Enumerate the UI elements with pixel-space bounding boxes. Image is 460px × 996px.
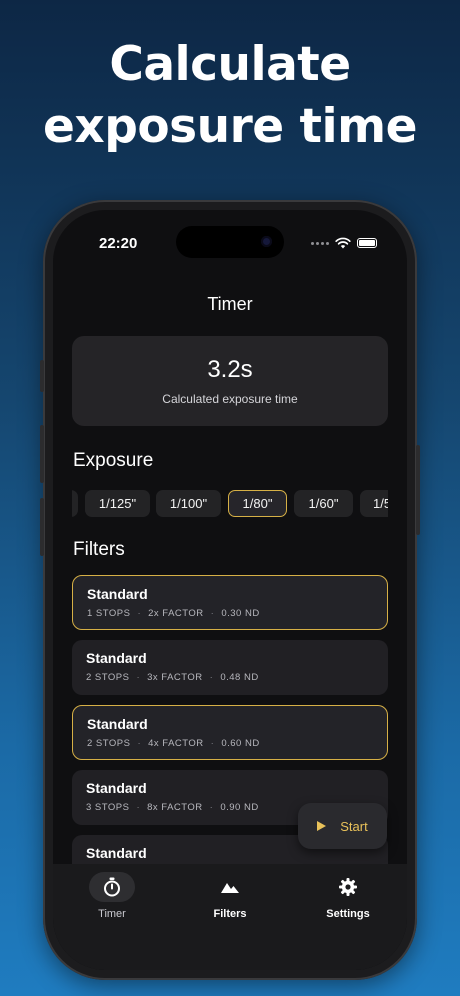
gear-icon (339, 878, 357, 896)
filter-name: Standard (86, 845, 147, 861)
shutter-chip-1-100[interactable]: 1/100" (156, 490, 221, 517)
tab-settings-label: Settings (326, 908, 370, 920)
status-icons (311, 237, 377, 249)
tab-filters-label: Filters (213, 908, 247, 920)
mute-switch (40, 360, 44, 392)
filter-stops: 3 STOPS (86, 802, 130, 813)
filter-nd: 0.90 ND (220, 802, 259, 813)
front-camera-icon (261, 236, 272, 247)
shutter-chip-1-125[interactable]: 1/125" (85, 490, 150, 517)
start-button-label: Start (340, 818, 368, 834)
play-icon (317, 821, 327, 831)
filters-section-label: Filters (73, 539, 125, 560)
shutter-chip-1-80[interactable]: 1/80" (228, 490, 287, 517)
filter-meta: 2 STOPS · 3x FACTOR · 0.48 ND (86, 672, 259, 683)
shutter-chip-1-60[interactable]: 1/60" (294, 490, 353, 517)
filter-name: Standard (87, 586, 148, 602)
stopwatch-icon (104, 877, 120, 897)
status-time: 22:20 (99, 235, 138, 252)
tab-settings[interactable]: Settings (289, 864, 407, 934)
volume-up-button (40, 425, 44, 483)
volume-down-button (40, 498, 44, 556)
exposure-caption: Calculated exposure time (162, 392, 298, 406)
wifi-icon (335, 237, 351, 249)
shutter-speed-picker[interactable]: 1/125" 1/100" 1/80" 1/60" 1/5 (72, 490, 388, 518)
filter-meta: 3 STOPS · 8x FACTOR · 0.90 ND (86, 802, 259, 813)
shutter-chip-partial[interactable] (72, 490, 78, 517)
power-button (416, 445, 420, 535)
tab-timer-label: Timer (98, 908, 126, 920)
headline: Calculate exposure time (0, 34, 460, 158)
dynamic-island (176, 226, 284, 258)
exposure-value: 3.2s (207, 356, 253, 383)
shutter-chip-1-5[interactable]: 1/5 (360, 490, 388, 517)
filter-stops: 2 STOPS (87, 738, 131, 749)
filter-factor: 2x FACTOR (148, 608, 204, 619)
filter-card[interactable]: Standard 2 STOPS · 3x FACTOR · 0.48 ND (72, 640, 388, 695)
filter-meta: 1 STOPS · 2x FACTOR · 0.30 ND (87, 608, 260, 619)
filter-stops: 2 STOPS (86, 672, 130, 683)
exposure-section-label: Exposure (73, 450, 154, 471)
filter-name: Standard (87, 716, 148, 732)
start-button[interactable]: Start (298, 803, 387, 849)
filter-card[interactable]: Standard 2 STOPS · 4x FACTOR · 0.60 ND (72, 705, 388, 760)
filter-factor: 3x FACTOR (147, 672, 203, 683)
headline-line-1: Calculate (109, 37, 351, 92)
filter-name: Standard (86, 780, 147, 796)
filter-nd: 0.60 ND (221, 738, 260, 749)
filter-card[interactable]: Standard 1 STOPS · 2x FACTOR · 0.30 ND (72, 575, 388, 630)
battery-icon (357, 238, 377, 248)
filter-factor: 4x FACTOR (148, 738, 204, 749)
filter-nd: 0.30 ND (221, 608, 260, 619)
filter-nd: 0.48 ND (220, 672, 259, 683)
exposure-result-card: 3.2s Calculated exposure time (72, 336, 388, 426)
phone-frame: 22:20 Timer 3.2s Calculated exposure tim… (40, 200, 420, 980)
tab-timer[interactable]: Timer (53, 864, 171, 934)
filter-meta: 2 STOPS · 4x FACTOR · 0.60 ND (87, 738, 260, 749)
filter-stops: 1 STOPS (87, 608, 131, 619)
tab-filters[interactable]: Filters (171, 864, 289, 934)
page-title: Timer (207, 294, 253, 314)
signal-dots-icon (311, 241, 329, 245)
tab-bar: Timer Filters Settings (53, 864, 407, 970)
filter-name: Standard (86, 650, 147, 666)
app-screen: 22:20 Timer 3.2s Calculated exposure tim… (53, 210, 407, 970)
headline-line-2: exposure time (43, 99, 417, 154)
filter-factor: 8x FACTOR (147, 802, 203, 813)
mountains-icon (221, 883, 239, 893)
